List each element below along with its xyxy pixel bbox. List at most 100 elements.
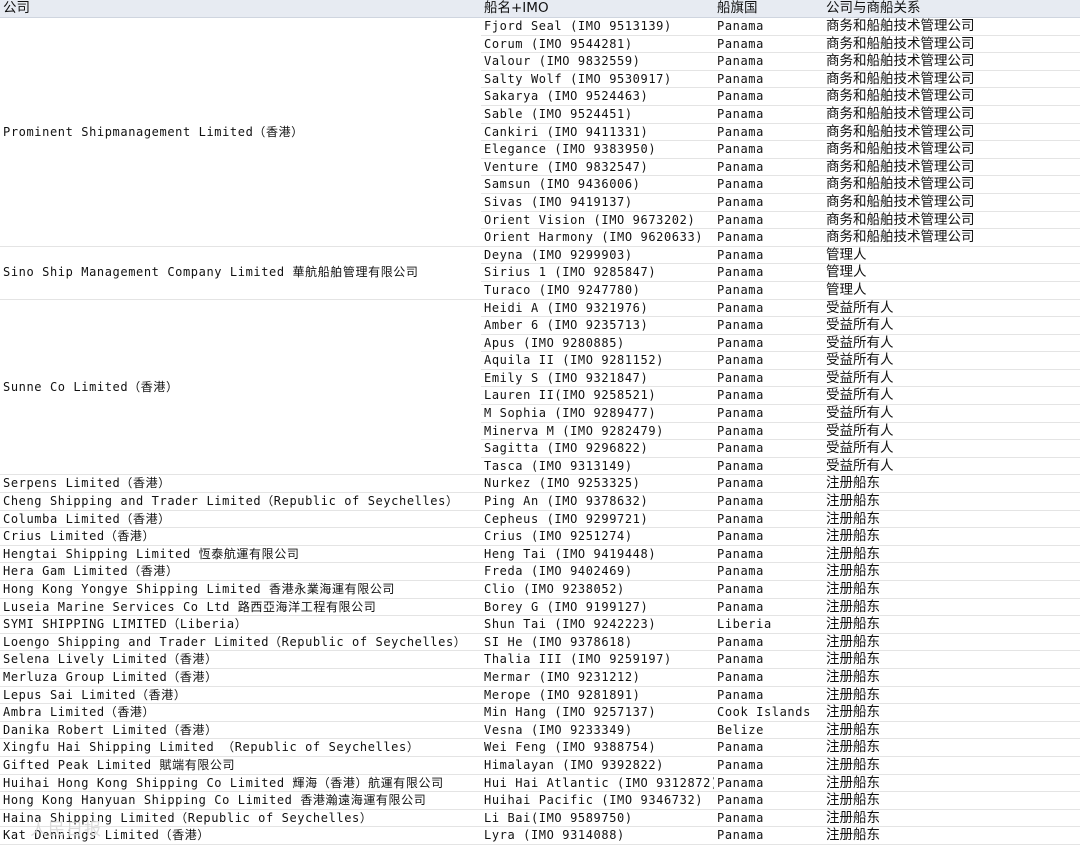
header-ship-imo: 船名+IMO [481,0,714,18]
relation-cell: 管理人 [823,246,1080,265]
table-row: Serpens Limited（香港） Nurkez (IMO 9253325) P… [0,474,1080,494]
ship-imo-cell: SI He (IMO 9378618) [481,633,714,652]
table-row: Sino Ship Management Company Limited 華航船… [0,246,1080,300]
ship-imo-cell: Valour (IMO 9832559) [481,52,714,71]
flag-cell: Panama [714,369,823,388]
table-row: Lepus Sai Limited（香港） Merope (IMO 9281891… [0,686,1080,705]
relation-cell: 商务和船舶技术管理公司 [823,105,1080,124]
relation-cell: 注册船东 [823,738,1080,757]
ship-imo-cell: Huihai Pacific (IMO 9346732) [481,791,714,810]
relation-cell: 商务和船舶技术管理公司 [823,211,1080,230]
flag-cell: Cook Islands [714,703,823,722]
ship-imo-cell: Clio (IMO 9238052) [481,580,714,599]
company-cell: Sino Ship Management Company Limited 華航船… [0,246,481,300]
flag-cell: Panama [714,123,823,142]
relation-cell: 注册船东 [823,650,1080,669]
flag-cell: Panama [714,17,823,36]
relation-cell: 受益所有人 [823,422,1080,441]
flag-cell: Panama [714,87,823,106]
table-row: Hong Kong Hanyuan Shipping Co Limited 香港… [0,791,1080,810]
company-cell: Serpens Limited（香港） [0,474,481,494]
table-row: Huihai Hong Kong Shipping Co Limited 輝海（… [0,774,1080,793]
flag-cell: Panama [714,580,823,599]
table-row: Kat Dennings Limited（香港） Lyra (IMO 931408… [0,826,1080,845]
ship-imo-cell: Li Bai(IMO 9589750) [481,809,714,828]
flag-cell: Panama [714,193,823,212]
company-cell: Huihai Hong Kong Shipping Co Limited 輝海（… [0,774,481,793]
table-body: Prominent Shipmanagement Limited（香港） Fjor… [0,17,1080,845]
ship-imo-cell: Sakarya (IMO 9524463) [481,87,714,106]
flag-cell: Belize [714,721,823,740]
relation-cell: 商务和船舶技术管理公司 [823,123,1080,142]
ship-imo-cell: Heng Tai (IMO 9419448) [481,545,714,564]
header-relation: 公司与商船关系 [823,0,1080,18]
ship-imo-cell: Crius (IMO 9251274) [481,527,714,546]
table-row: Loengo Shipping and Trader Limited（Repub… [0,633,1080,652]
ship-imo-cell: Emily S (IMO 9321847) [481,369,714,388]
company-cell: Loengo Shipping and Trader Limited（Repub… [0,633,481,652]
relation-cell: 受益所有人 [823,457,1080,476]
flag-cell: Panama [714,774,823,793]
ship-imo-cell: Shun Tai (IMO 9242223) [481,615,714,634]
flag-cell: Panama [714,263,823,282]
ship-imo-cell: Venture (IMO 9832547) [481,158,714,177]
relation-cell: 注册船东 [823,774,1080,793]
flag-cell: Panama [714,492,823,511]
company-cell: Lepus Sai Limited（香港） [0,686,481,705]
ship-imo-cell: Nurkez (IMO 9253325) [481,474,714,494]
relation-cell: 注册船东 [823,545,1080,564]
flag-cell: Panama [714,457,823,476]
company-cell: Gifted Peak Limited 賦端有限公司 [0,756,481,775]
relation-cell: 商务和船舶技术管理公司 [823,193,1080,212]
ship-imo-cell: Tasca (IMO 9313149) [481,457,714,476]
ship-imo-cell: Corum (IMO 9544281) [481,35,714,54]
table-row: Prominent Shipmanagement Limited（香港） Fjor… [0,17,1080,247]
table-row: Haina Shipping Limited（Republic of Seych… [0,809,1080,828]
flag-cell: Panama [714,70,823,89]
company-cell: Ambra Limited（香港） [0,703,481,722]
flag-cell: Panama [714,545,823,564]
header-row: 公司 船名+IMO 船旗国 公司与商船关系 [0,0,1080,18]
flag-cell: Panama [714,562,823,581]
ship-imo-cell: Lyra (IMO 9314088) [481,826,714,845]
ship-imo-cell: Lauren II(IMO 9258521) [481,386,714,406]
ship-imo-cell: Wei Feng (IMO 9388754) [481,738,714,757]
relation-cell: 受益所有人 [823,351,1080,370]
relation-cell: 注册船东 [823,580,1080,599]
flag-cell: Panama [714,386,823,406]
table-row: Crius Limited（香港） Crius (IMO 9251274) Pana… [0,527,1080,546]
flag-cell: Panama [714,650,823,669]
company-cell: Sunne Co Limited（香港） [0,299,481,476]
ship-imo-cell: Turaco (IMO 9247780) [481,281,714,300]
company-cell: SYMI SHIPPING LIMITED（Liberia） [0,615,481,634]
flag-cell: Panama [714,474,823,494]
relation-cell: 受益所有人 [823,334,1080,353]
flag-cell: Panama [714,175,823,194]
table-row: Danika Robert Limited（香港） Vesna (IMO 9233… [0,721,1080,740]
relation-cell: 管理人 [823,263,1080,282]
relation-cell: 注册船东 [823,668,1080,687]
ship-imo-cell: Freda (IMO 9402469) [481,562,714,581]
ship-imo-cell: Cepheus (IMO 9299721) [481,510,714,529]
table-row: Selena Lively Limited（香港） Thalia III (IMO… [0,650,1080,669]
watermark: 人民日报 [30,820,102,840]
spreadsheet: 公司 船名+IMO 船旗国 公司与商船关系 Prominent Shipmana… [0,0,1080,845]
ship-imo-cell: Merope (IMO 9281891) [481,686,714,705]
ship-imo-cell: Elegance (IMO 9383950) [481,140,714,159]
flag-cell: Panama [714,334,823,353]
relation-cell: 商务和船舶技术管理公司 [823,158,1080,177]
relation-cell: 商务和船舶技术管理公司 [823,52,1080,71]
ship-imo-cell: Aquila II (IMO 9281152) [481,351,714,370]
company-cell: Xingfu Hai Shipping Limited （Republic of… [0,738,481,757]
ship-imo-cell: Samsun (IMO 9436006) [481,175,714,194]
flag-cell: Panama [714,105,823,124]
relation-cell: 受益所有人 [823,404,1080,423]
company-cell: Danika Robert Limited（香港） [0,721,481,740]
relation-cell: 商务和船舶技术管理公司 [823,35,1080,54]
flag-cell: Panama [714,791,823,810]
flag-cell: Panama [714,281,823,300]
ship-company-table: 公司 船名+IMO 船旗国 公司与商船关系 Prominent Shipmana… [0,0,1080,845]
relation-cell: 受益所有人 [823,316,1080,335]
flag-cell: Panama [714,299,823,318]
company-cell: Crius Limited（香港） [0,527,481,546]
